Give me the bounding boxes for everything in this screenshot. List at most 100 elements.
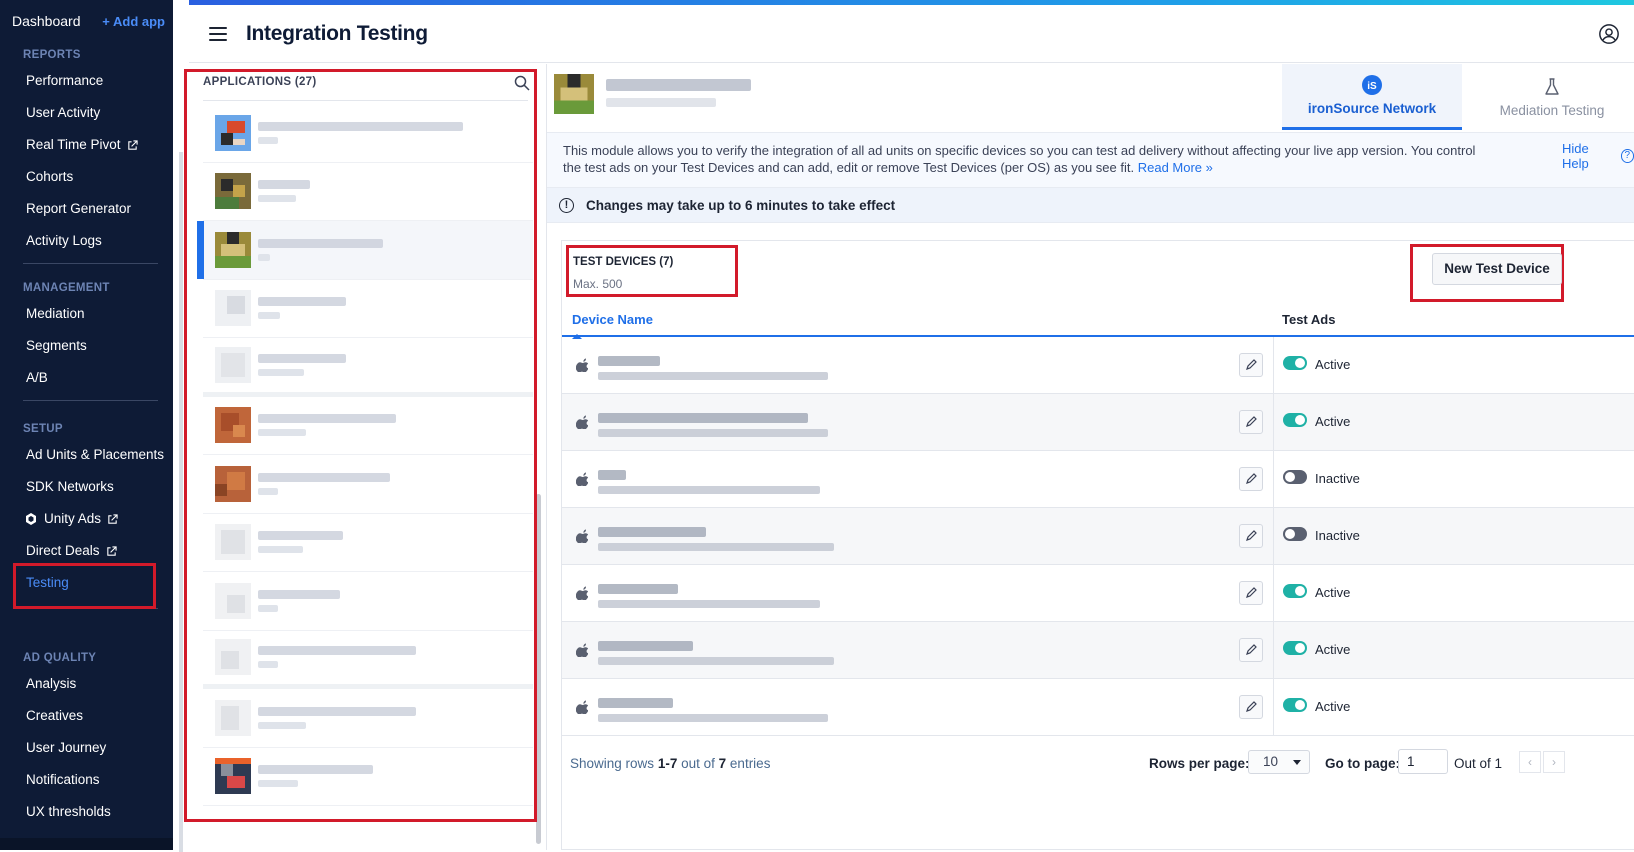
new-test-device-button[interactable]: New Test Device [1432, 253, 1562, 285]
table-row: Inactive [562, 451, 1634, 508]
app-list-item[interactable] [203, 397, 533, 455]
app-list-item-selected[interactable] [197, 221, 533, 280]
nav-item-label: UX thresholds [26, 804, 111, 819]
rows-per-page-select[interactable]: 10 [1248, 750, 1310, 774]
tab-mediation-testing[interactable]: Mediation Testing [1462, 64, 1634, 130]
app-list-item[interactable] [203, 631, 533, 689]
app-icon [215, 758, 251, 795]
edit-device-button[interactable] [1239, 695, 1263, 719]
hide-help-button[interactable]: Hide Help? [1562, 141, 1634, 171]
test-ads-toggle[interactable] [1283, 641, 1307, 655]
nav-section-title: SETUP [23, 423, 63, 435]
app-list-item[interactable] [203, 748, 533, 806]
nav-item-creatives[interactable]: Creatives [0, 700, 173, 732]
app-list-item[interactable] [203, 572, 533, 631]
edit-device-button[interactable] [1239, 524, 1263, 548]
nav-item-analysis[interactable]: Analysis [0, 668, 173, 700]
nav-item-label: Cohorts [26, 169, 74, 184]
nav-section-title: MANAGEMENT [23, 282, 110, 294]
nav-item-ab[interactable]: A/B [0, 362, 173, 394]
app-icon [215, 639, 251, 676]
nav-item-real-time-pivot[interactable]: Real Time Pivot [0, 129, 173, 161]
hamburger-menu-icon[interactable] [209, 26, 227, 41]
app-list-item[interactable] [203, 280, 533, 338]
nav-item-unity-ads[interactable]: Unity Ads [0, 503, 173, 535]
help-banner: This module allows you to verify the int… [547, 132, 1634, 188]
nav-item-label: Real Time Pivot [26, 137, 121, 152]
nav-item-mediation[interactable]: Mediation [0, 298, 173, 330]
user-account-icon[interactable] [1598, 23, 1620, 45]
nav-section-setup: SETUP Ad Units & Placements SDK Networks… [0, 419, 173, 615]
info-icon: ! [559, 197, 574, 213]
edit-device-button[interactable] [1239, 638, 1263, 662]
summary-total: 7 [718, 756, 727, 771]
summary-range: 1-7 [657, 756, 678, 771]
pencil-icon [1246, 416, 1257, 427]
test-ads-toggle[interactable] [1283, 356, 1307, 370]
app-icon [215, 524, 251, 561]
go-to-page-input[interactable] [1398, 749, 1448, 774]
app-icon [215, 465, 251, 502]
read-more-link[interactable]: Read More » [1138, 160, 1213, 175]
nav-section-title: AD QUALITY [23, 652, 97, 664]
tab-label: ironSource Network [1307, 101, 1437, 116]
app-list-item[interactable] [203, 689, 533, 748]
edit-device-button[interactable] [1239, 353, 1263, 377]
tab-ironsource-network[interactable]: iS ironSource Network [1282, 64, 1462, 130]
nav-item-performance[interactable]: Performance [0, 65, 173, 97]
nav-item-ad-units[interactable]: Ad Units & Placements [0, 439, 173, 471]
column-divider [1273, 508, 1274, 565]
scrollbar[interactable] [536, 494, 541, 844]
chevron-right-icon: › [1552, 755, 1556, 769]
test-ads-toggle[interactable] [1283, 698, 1307, 712]
test-ads-status: Inactive [1315, 528, 1360, 543]
test-ads-status: Inactive [1315, 471, 1360, 486]
add-app-link[interactable]: + Add app [102, 14, 165, 29]
nav-item-label: SDK Networks [26, 479, 114, 494]
nav-bottom-strip [0, 838, 173, 850]
app-icon [215, 290, 251, 327]
column-header-device-name[interactable]: Device Name [572, 312, 653, 339]
nav-item-testing[interactable]: Testing [0, 563, 173, 609]
nav-item-report-generator[interactable]: Report Generator [0, 193, 173, 225]
nav-item-user-journey[interactable]: User Journey [0, 732, 173, 764]
nav-item-sdk-networks[interactable]: SDK Networks [0, 471, 173, 503]
go-to-page-label: Go to page: [1325, 756, 1400, 771]
nav-item-segments[interactable]: Segments [0, 330, 173, 362]
prev-page-button[interactable]: ‹ [1519, 751, 1541, 773]
edit-device-button[interactable] [1239, 410, 1263, 434]
nav-item-cohorts[interactable]: Cohorts [0, 161, 173, 193]
nav-item-user-activity[interactable]: User Activity [0, 97, 173, 129]
nav-item-label: A/B [26, 370, 48, 385]
apple-icon [576, 643, 588, 657]
test-ads-status: Active [1315, 585, 1351, 600]
app-list-item[interactable] [203, 455, 533, 514]
edit-device-button[interactable] [1239, 467, 1263, 491]
next-page-button[interactable]: › [1543, 751, 1565, 773]
nav-dashboard-link[interactable]: Dashboard [12, 13, 81, 29]
app-icon [215, 346, 251, 383]
question-icon: ? [1620, 149, 1634, 163]
test-ads-toggle[interactable] [1283, 584, 1307, 598]
app-list-item[interactable] [203, 514, 533, 572]
nav-item-label: Report Generator [26, 201, 132, 216]
nav-section-reports: REPORTS Performance User Activity Real T… [0, 45, 173, 270]
column-divider [1273, 394, 1274, 451]
nav-item-label: User Activity [26, 105, 101, 120]
app-list-item[interactable] [203, 104, 533, 163]
nav-top: Dashboard + Add app [12, 13, 165, 29]
nav-item-notifications[interactable]: Notifications [0, 764, 173, 796]
app-list-item[interactable] [203, 338, 533, 397]
nav-divider [23, 263, 158, 264]
nav-item-activity-logs[interactable]: Activity Logs [0, 225, 173, 257]
chevron-left-icon: ‹ [1528, 755, 1532, 769]
edit-device-button[interactable] [1239, 581, 1263, 605]
test-ads-toggle[interactable] [1283, 413, 1307, 427]
app-list-item[interactable] [203, 163, 533, 221]
nav-item-ux-thresholds[interactable]: UX thresholds [0, 796, 173, 828]
app-icon [215, 173, 251, 210]
search-icon[interactable] [514, 75, 530, 91]
test-ads-toggle[interactable] [1283, 527, 1307, 541]
test-ads-toggle[interactable] [1283, 470, 1307, 484]
summary-entries: entries [729, 756, 771, 771]
